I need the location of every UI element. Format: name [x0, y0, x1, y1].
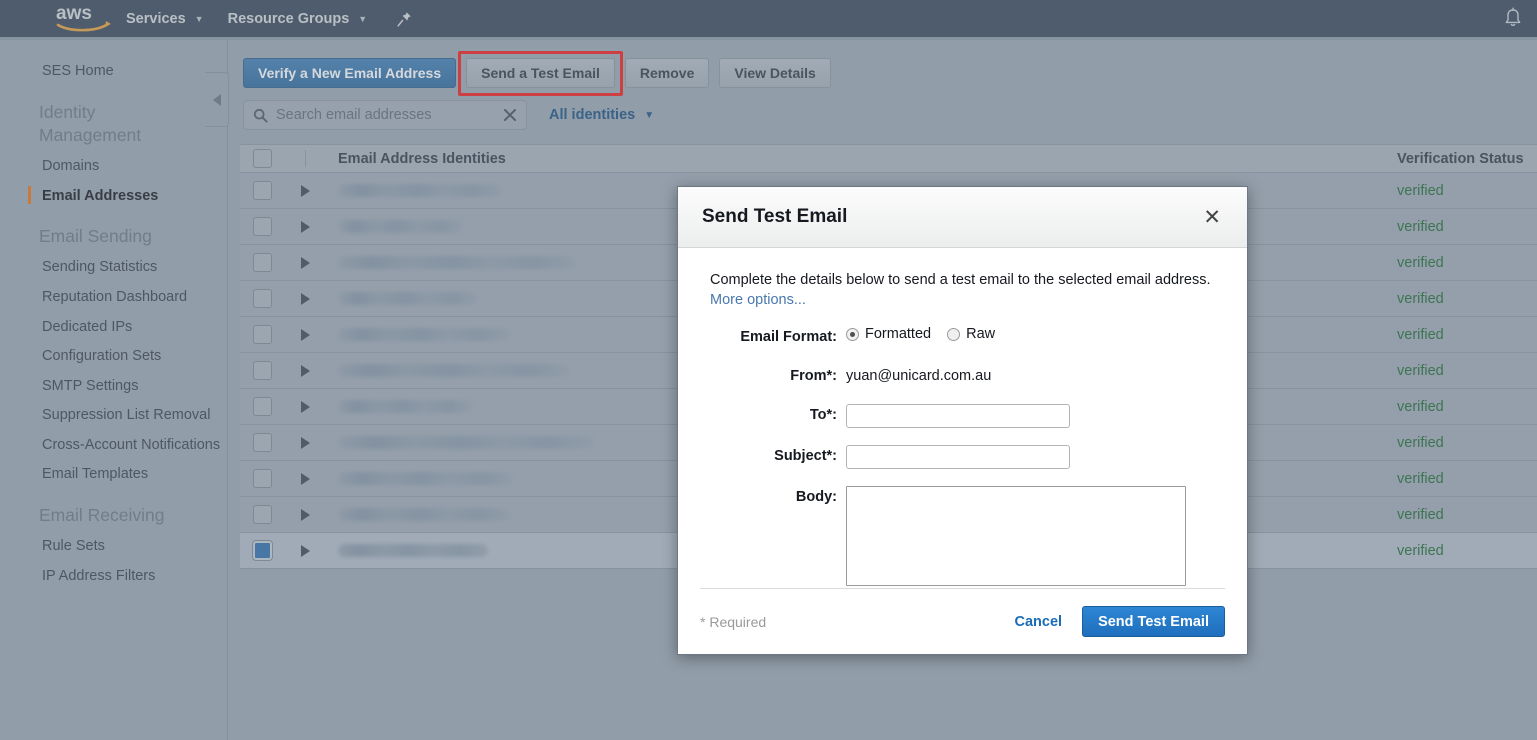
- field-row-to: To*:: [710, 404, 1217, 429]
- app-root: aws Services ▼ Resource Groups ▼ SES Hom…: [0, 0, 1537, 740]
- dialog-description: Complete the details below to send a tes…: [710, 272, 1211, 288]
- radio-raw[interactable]: Raw: [947, 326, 995, 342]
- body-field-wrap: [846, 486, 1217, 587]
- radio-raw-label: Raw: [966, 326, 996, 343]
- field-row-subject: Subject*:: [710, 445, 1217, 470]
- radio-indicator: [846, 327, 859, 341]
- radio-indicator: [947, 327, 961, 341]
- field-row-body: Body:: [710, 486, 1217, 587]
- body-label: Body:: [795, 489, 837, 506]
- to-field-wrap: [846, 404, 1217, 429]
- from-value: yuan@unicard.com.au: [846, 368, 992, 385]
- cancel-button[interactable]: Cancel: [1015, 614, 1063, 630]
- more-options-link[interactable]: More options...: [710, 292, 806, 308]
- required-note: * Required: [700, 613, 767, 630]
- dialog-title: Send Test Email: [702, 206, 848, 227]
- radio-formatted[interactable]: Formatted: [846, 326, 931, 342]
- send-test-email-submit-button[interactable]: Send Test Email: [1082, 606, 1225, 637]
- field-row-email-format: Email Format: Formatted Raw: [710, 326, 1217, 348]
- to-input[interactable]: [846, 404, 1070, 429]
- field-row-from: From*: yuan@unicard.com.au: [710, 365, 1217, 387]
- dialog-footer: * Required Cancel Send Test Email: [700, 588, 1225, 654]
- radio-formatted-label: Formatted: [865, 326, 932, 343]
- close-icon[interactable]: ✕: [1201, 203, 1223, 232]
- subject-field-wrap: [846, 445, 1217, 470]
- to-label: To*:: [809, 407, 837, 424]
- dialog-header: Send Test Email ✕: [678, 187, 1247, 248]
- from-label: From*:: [790, 368, 837, 385]
- subject-input[interactable]: [846, 445, 1070, 470]
- body-textarea[interactable]: [846, 486, 1186, 587]
- email-format-label: Email Format:: [740, 329, 837, 346]
- send-test-email-dialog: Send Test Email ✕ Complete the details b…: [677, 186, 1248, 655]
- from-value-wrap: yuan@unicard.com.au: [846, 365, 1217, 387]
- subject-label: Subject*:: [774, 448, 837, 465]
- dialog-body: Complete the details below to send a tes…: [678, 248, 1247, 588]
- email-format-options: Formatted Raw: [846, 326, 1217, 342]
